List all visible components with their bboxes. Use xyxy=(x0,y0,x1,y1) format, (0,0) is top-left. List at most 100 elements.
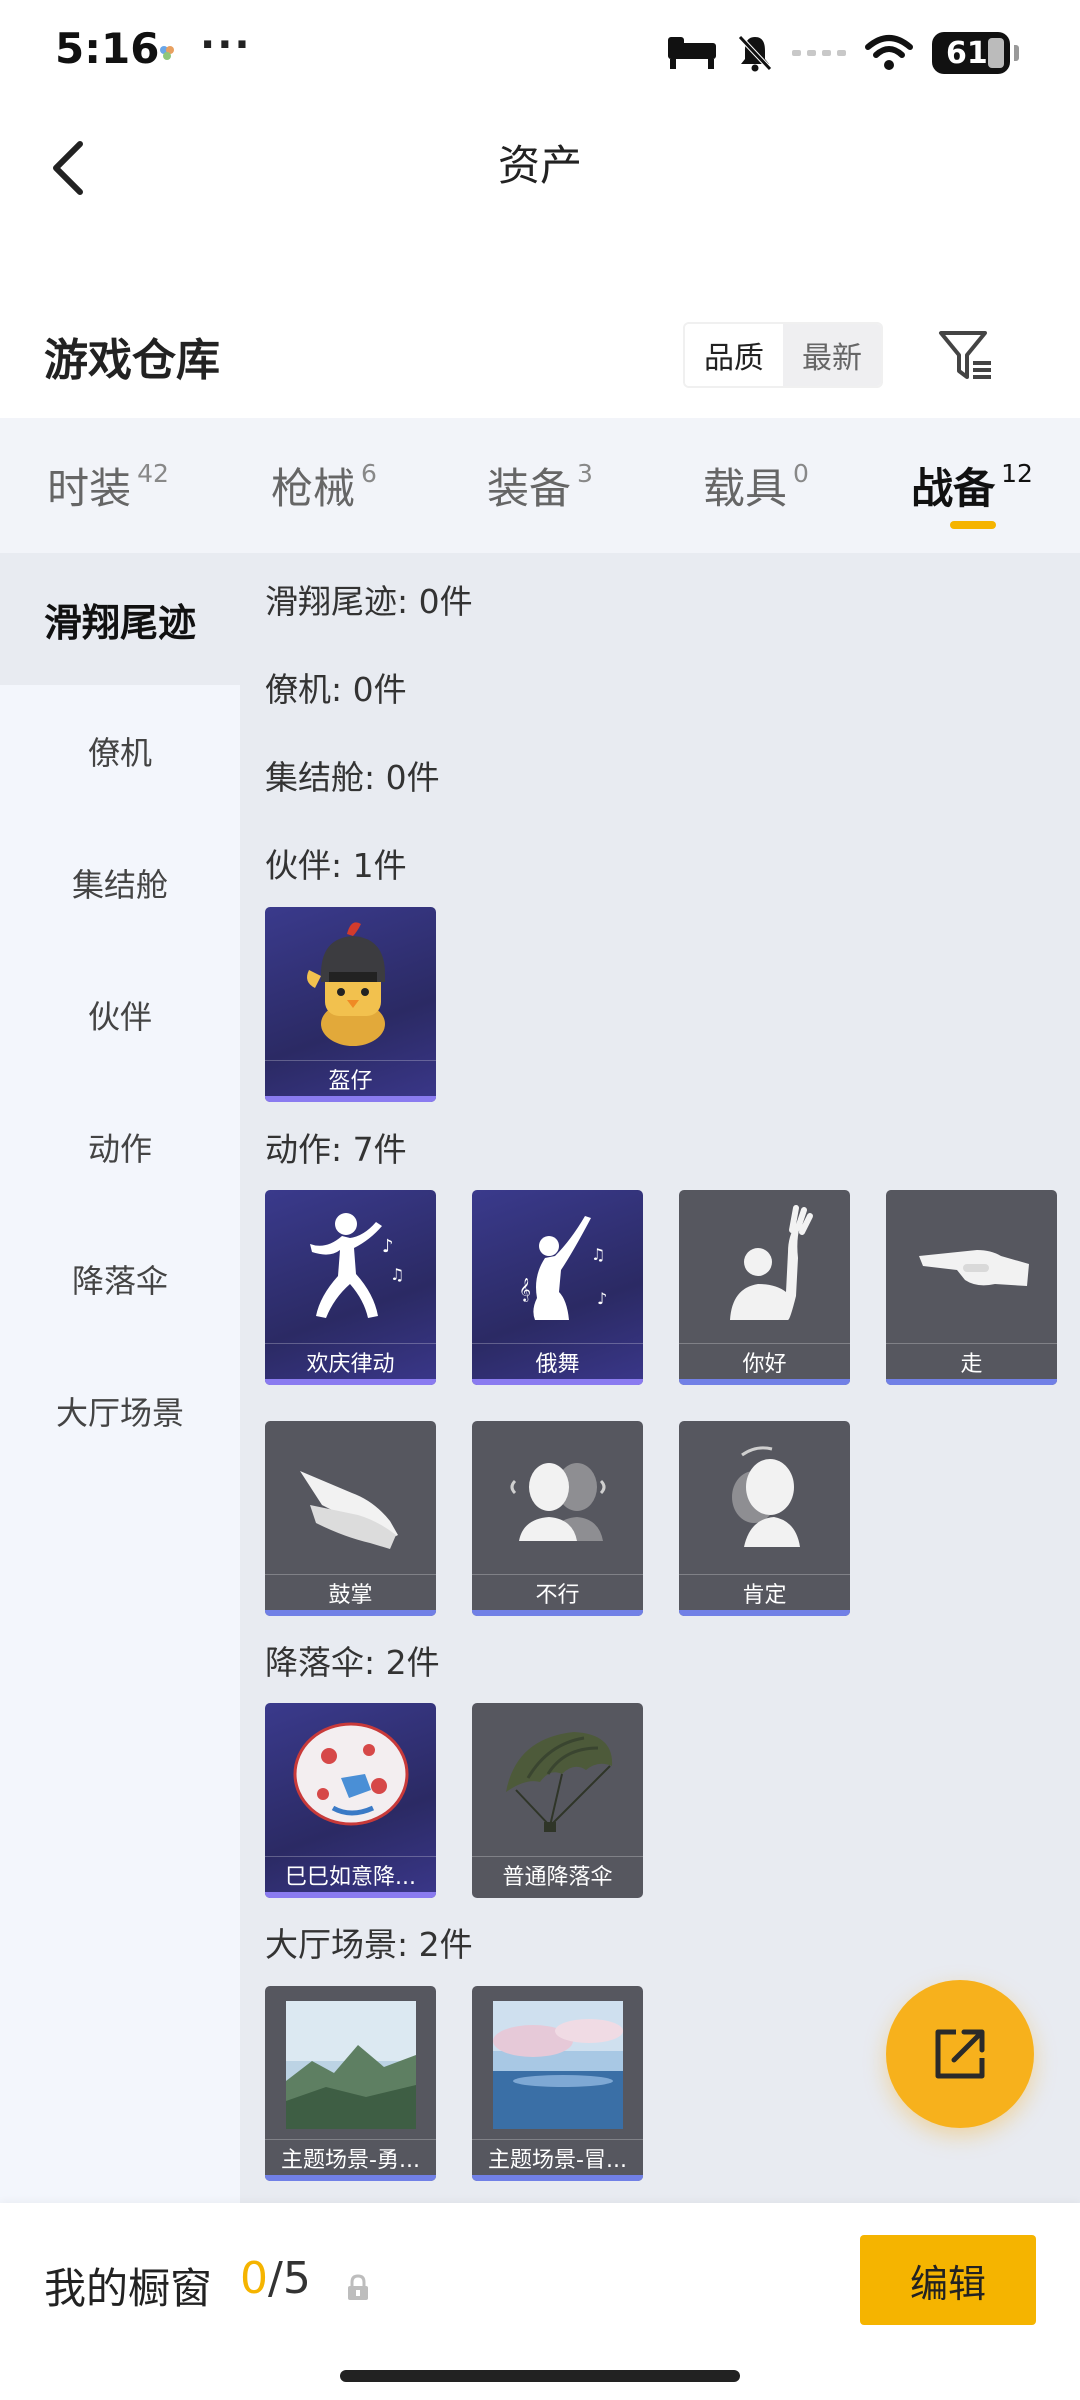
status-bar: 5:16 ··· 61 xyxy=(0,0,1080,110)
tab-label: 时装 xyxy=(47,464,132,513)
item-name: 欢庆律动 xyxy=(265,1343,436,1379)
shake-head-icon xyxy=(472,1421,643,1571)
item-card[interactable]: 肯定 xyxy=(679,1421,850,1616)
item-card[interactable]: 鼓掌 xyxy=(265,1421,436,1616)
sidebar-item-emote[interactable]: 动作 xyxy=(0,1081,240,1213)
item-content-panel: 滑翔尾迹: 0件 僚机: 0件 集结舱: 0件 伙伴: 1件 盔仔 动作: 7件 xyxy=(240,553,1080,2203)
ocean-scene-icon xyxy=(472,1986,643,2136)
page-title: 资产 xyxy=(497,141,582,190)
showcase-total: 5 xyxy=(282,2253,311,2304)
category-tabs: 时装 42 枪械 6 装备 3 载具 0 战备 12 xyxy=(0,418,1080,553)
rarity-bar xyxy=(472,1610,643,1616)
status-time: 5:16 xyxy=(55,24,160,73)
item-name: 鼓掌 xyxy=(265,1574,436,1610)
battery-icon: 61 xyxy=(932,32,1019,74)
share-button[interactable] xyxy=(886,1980,1034,2128)
tab-battle-prep[interactable]: 战备 12 xyxy=(864,418,1080,553)
section-title: 游戏仓库 xyxy=(44,335,220,386)
svg-text:♫: ♫ xyxy=(390,1265,404,1284)
item-card[interactable]: 主题场景-冒... xyxy=(472,1986,643,2181)
rarity-bar xyxy=(265,2175,436,2181)
group-title-lobby: 大厅场景: 2件 xyxy=(265,1925,473,1964)
app-notification-icon xyxy=(160,46,174,60)
group-title-glide: 滑翔尾迹: 0件 xyxy=(265,582,473,621)
item-name: 盔仔 xyxy=(265,1060,436,1096)
item-card[interactable]: 普通降落伞 xyxy=(472,1703,643,1898)
tab-count: 0 xyxy=(793,459,809,488)
signal-dots-icon xyxy=(792,50,846,56)
filter-button[interactable] xyxy=(930,320,1000,390)
clap-icon xyxy=(265,1421,436,1571)
subcategory-sidebar: 滑翔尾迹 僚机 集结舱 伙伴 动作 降落伞 大厅场景 xyxy=(0,553,240,2203)
decorated-parachute-icon xyxy=(265,1703,436,1853)
item-name: 肯定 xyxy=(679,1574,850,1610)
item-name: 主题场景-勇... xyxy=(265,2139,436,2175)
tab-label: 战备 xyxy=(911,464,996,513)
mountain-scene-icon xyxy=(265,1986,436,2136)
rarity-bar xyxy=(472,2175,643,2181)
rarity-bar xyxy=(265,1096,436,1102)
item-card[interactable]: 走 xyxy=(886,1190,1057,1385)
pointing-hand-icon xyxy=(886,1190,1057,1340)
item-card[interactable]: 巳巳如意降... xyxy=(265,1703,436,1898)
svg-text:𝄞: 𝄞 xyxy=(519,1277,531,1302)
wave-icon xyxy=(679,1190,850,1340)
item-name: 走 xyxy=(886,1343,1057,1379)
group-title-pod: 集结舱: 0件 xyxy=(265,758,440,797)
sleep-mode-icon xyxy=(668,37,716,69)
mute-bell-icon xyxy=(738,35,772,72)
item-card[interactable]: ♪ ♫ 欢庆律动 xyxy=(265,1190,436,1385)
status-icons: 61 xyxy=(666,28,1019,78)
home-indicator[interactable] xyxy=(340,2370,740,2382)
tab-equipment[interactable]: 装备 3 xyxy=(432,418,648,553)
edit-button[interactable]: 编辑 xyxy=(860,2235,1036,2325)
rarity-bar xyxy=(886,1379,1057,1385)
rarity-bar xyxy=(265,1892,436,1898)
item-name: 俄舞 xyxy=(472,1343,643,1379)
rarity-bar xyxy=(472,1379,643,1385)
group-title-partner: 伙伴: 1件 xyxy=(265,846,407,885)
tab-count: 3 xyxy=(577,459,593,488)
showcase-label: 我的橱窗 xyxy=(44,2264,213,2313)
item-name: 普通降落伞 xyxy=(472,1856,643,1892)
sidebar-item-pod[interactable]: 集结舱 xyxy=(0,817,240,949)
green-parachute-icon xyxy=(472,1703,643,1853)
item-card[interactable]: 盔仔 xyxy=(265,907,436,1102)
ballet-icon: 𝄞 ♫ ♪ xyxy=(472,1190,643,1340)
item-card[interactable]: 主题场景-勇... xyxy=(265,1986,436,2181)
group-title-emote: 动作: 7件 xyxy=(265,1130,407,1169)
battery-level: 61 xyxy=(946,35,988,71)
sidebar-item-parachute[interactable]: 降落伞 xyxy=(0,1213,240,1345)
external-link-icon xyxy=(935,2029,985,2079)
svg-text:♪: ♪ xyxy=(382,1236,394,1257)
sidebar-item-lobby-scene[interactable]: 大厅场景 xyxy=(0,1345,240,1477)
svg-text:♫: ♫ xyxy=(591,1245,605,1264)
nav-bar: 资产 xyxy=(0,110,1080,240)
tab-firearms[interactable]: 枪械 6 xyxy=(216,418,432,553)
group-title-wingman: 僚机: 0件 xyxy=(265,670,407,709)
wifi-icon xyxy=(865,35,913,70)
sort-quality-button[interactable]: 品质 xyxy=(685,324,783,386)
sidebar-item-partner[interactable]: 伙伴 xyxy=(0,949,240,1081)
tab-label: 载具 xyxy=(703,464,788,513)
tab-count: 12 xyxy=(1001,459,1033,488)
rarity-bar xyxy=(679,1610,850,1616)
rarity-bar xyxy=(679,1379,850,1385)
item-card[interactable]: 你好 xyxy=(679,1190,850,1385)
sidebar-item-glide-trail[interactable]: 滑翔尾迹 xyxy=(0,553,240,685)
lock-icon xyxy=(348,2274,368,2300)
status-more-icon: ··· xyxy=(200,22,252,68)
item-card[interactable]: 𝄞 ♫ ♪ 俄舞 xyxy=(472,1190,643,1385)
warehouse-header: 游戏仓库 品质 最新 xyxy=(0,300,1080,415)
item-card[interactable]: 不行 xyxy=(472,1421,643,1616)
nod-icon xyxy=(679,1421,850,1571)
item-name: 巳巳如意降... xyxy=(265,1856,436,1892)
showcase-separator: / xyxy=(268,2253,283,2304)
filter-icon xyxy=(939,331,991,379)
tab-fashion[interactable]: 时装 42 xyxy=(0,418,216,553)
tab-count: 42 xyxy=(137,459,169,488)
sidebar-item-wingman[interactable]: 僚机 xyxy=(0,685,240,817)
sort-newest-button[interactable]: 最新 xyxy=(783,324,881,386)
rarity-bar xyxy=(265,1610,436,1616)
tab-vehicles[interactable]: 载具 0 xyxy=(648,418,864,553)
